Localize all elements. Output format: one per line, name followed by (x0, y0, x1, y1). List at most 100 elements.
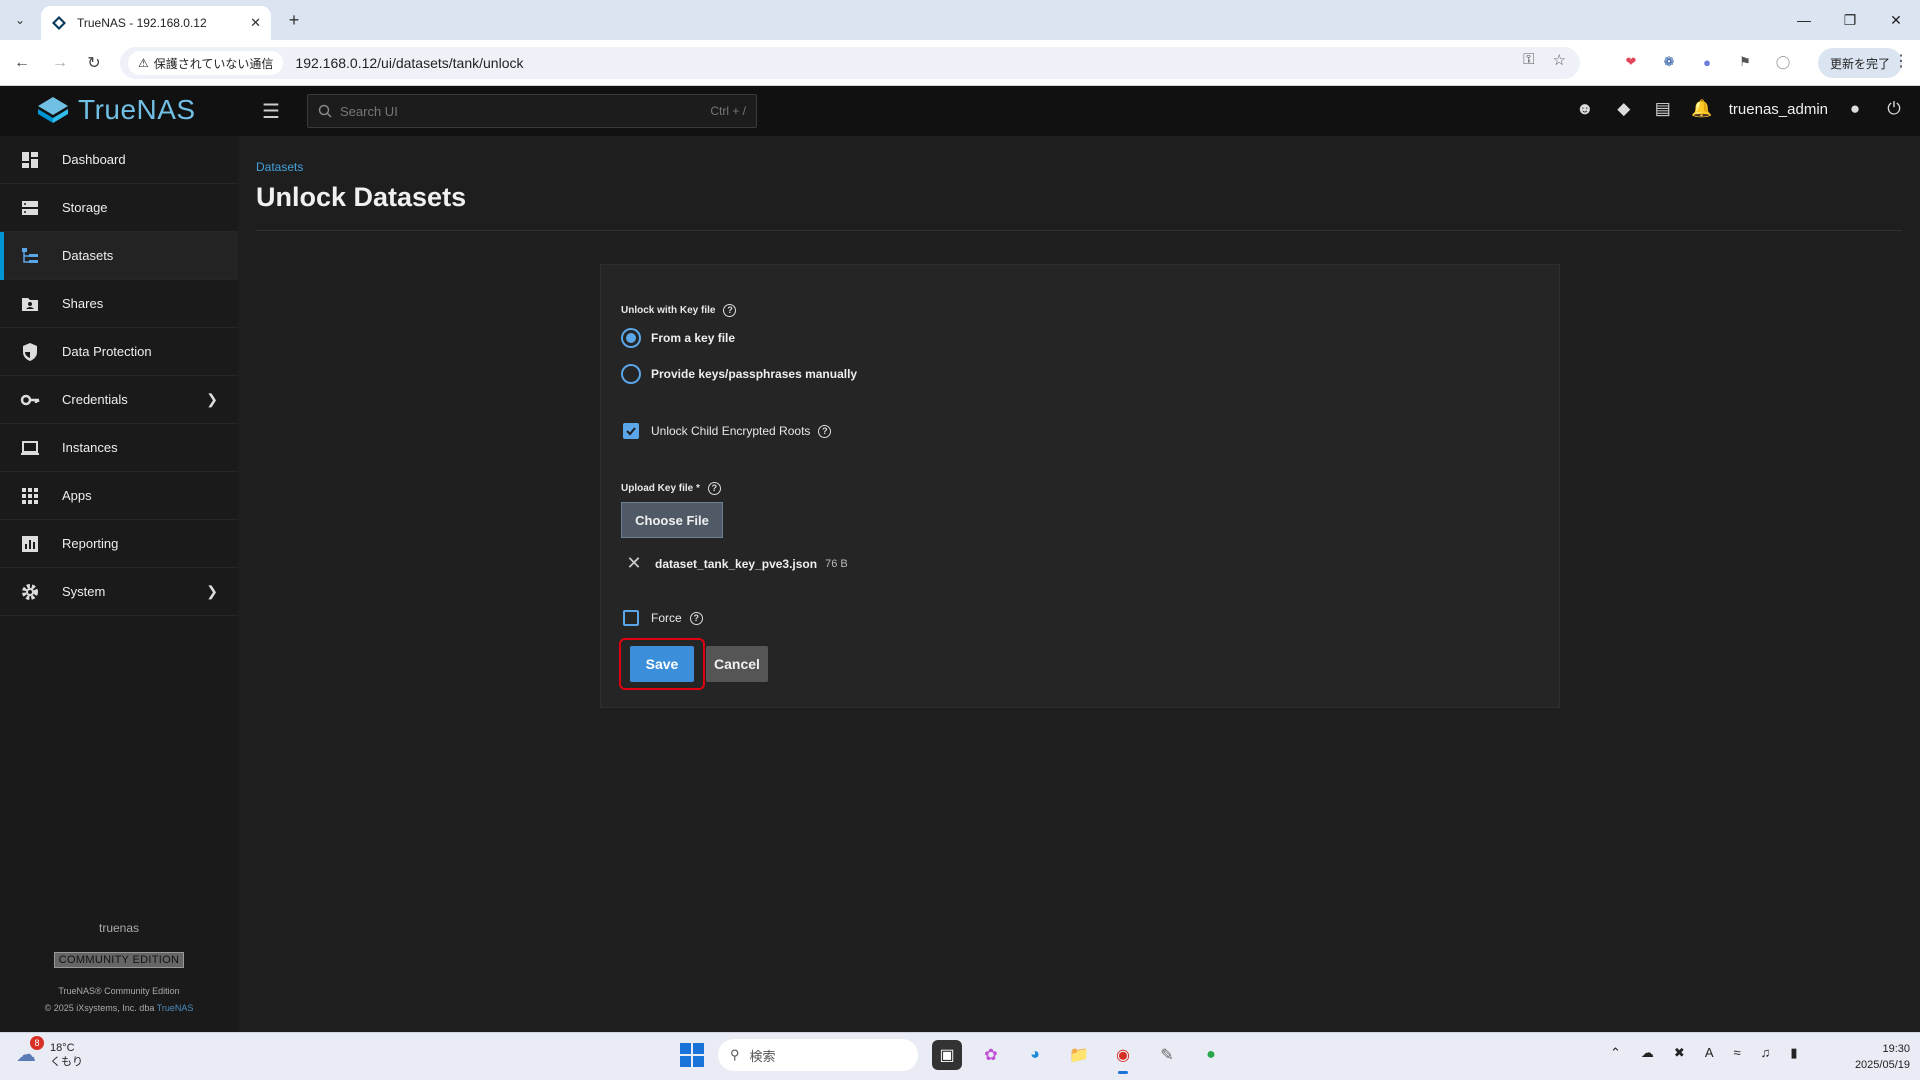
sidebar-item-credentials[interactable]: Credentials ❯ (0, 376, 238, 424)
forward-icon[interactable]: → (48, 51, 72, 75)
menu-toggle-icon[interactable]: ☰ (258, 98, 284, 124)
restore-icon[interactable]: ❐ (1827, 0, 1873, 40)
copyright-line2: © 2025 iXsystems, Inc. dba TrueNAS (0, 1003, 238, 1013)
truenas-link[interactable]: TrueNAS (157, 1003, 194, 1013)
search-shortcut: Ctrl + / (710, 104, 746, 118)
file-size: 76 B (825, 557, 848, 570)
volume-icon[interactable]: ♫ (1761, 1045, 1771, 1061)
radio-unselected-icon[interactable] (621, 364, 641, 384)
notifications-bell-icon[interactable]: 🔔 (1690, 97, 1714, 121)
extension-icon[interactable]: ❁ (1658, 51, 1680, 73)
sidebar-item-data-protection[interactable]: Data Protection (0, 328, 238, 376)
account-circle-icon[interactable]: ● (1843, 97, 1867, 121)
help-icon[interactable]: ? (723, 304, 737, 317)
sidebar-item-label: Reporting (62, 536, 119, 551)
edge-browser-icon[interactable]: ◕ (1020, 1040, 1050, 1070)
os-taskbar: ☁ 8 18°C くもり ⚲ 検索 ▣ ✿ ◕ 📁 ◉ ✎ ● ⌃ ☁ ✖ A … (0, 1032, 1920, 1080)
chrome-browser-icon[interactable]: ◉ (1108, 1040, 1138, 1074)
taskbar-search-input[interactable]: ⚲ 検索 (718, 1039, 918, 1071)
truenas-logo[interactable]: TrueNAS (36, 94, 196, 126)
omnibox[interactable]: ⚠ 保護されていない通信 192.168.0.12/ui/datasets/ta… (120, 47, 1580, 79)
tray-chevron-up-icon[interactable]: ⌃ (1610, 1045, 1621, 1061)
selected-file: ✕ dataset_tank_key_pve3.json 76 B (625, 553, 848, 574)
update-button[interactable]: 更新を完了 (1818, 48, 1903, 78)
sidebar-item-apps[interactable]: Apps (0, 472, 238, 520)
sidebar-item-reporting[interactable]: Reporting (0, 520, 238, 568)
sidebar-item-instances[interactable]: Instances (0, 424, 238, 472)
warning-icon: ⚠ (138, 56, 149, 70)
force-checkbox[interactable]: Force ? (623, 610, 703, 626)
cancel-button[interactable]: Cancel (706, 646, 768, 682)
copilot-icon[interactable]: ✿ (976, 1040, 1006, 1070)
bookmark-star-icon[interactable]: ☆ (1553, 51, 1566, 69)
power-icon[interactable]: ⏻ (1882, 97, 1906, 121)
sidebar-item-label: Instances (62, 440, 118, 455)
radio-selected-icon[interactable] (621, 328, 641, 348)
extensions-puzzle-icon[interactable]: ⚑ (1734, 51, 1756, 73)
system-clock[interactable]: 19:30 2025/05/19 (1830, 1041, 1910, 1073)
browser-tabbar: ⌄ TrueNAS - 192.168.0.12 ✕ + — ❐ ✕ (0, 0, 1920, 40)
sidebar-item-dashboard[interactable]: Dashboard (0, 136, 238, 184)
battery-icon[interactable]: ▮ (1790, 1045, 1797, 1061)
sidebar-item-system[interactable]: System ❯ (0, 568, 238, 616)
feedback-smiley-icon[interactable]: ☻ (1573, 97, 1597, 121)
help-icon[interactable]: ? (707, 482, 721, 495)
window-close-icon[interactable]: ✕ (1873, 0, 1919, 40)
back-icon[interactable]: ← (10, 51, 34, 75)
browser-tab[interactable]: TrueNAS - 192.168.0.12 ✕ (41, 6, 271, 40)
hostname: truenas (98, 921, 140, 935)
tab-close-icon[interactable]: ✕ (250, 15, 261, 31)
checkbox-checked-icon[interactable] (623, 423, 639, 439)
evernote-icon[interactable]: ● (1196, 1040, 1226, 1070)
sidebar-item-label: Credentials (62, 392, 128, 407)
task-view-icon[interactable]: ▣ (932, 1040, 962, 1070)
sidebar-item-shares[interactable]: Shares (0, 280, 238, 328)
extension-icon-2[interactable]: ● (1696, 51, 1718, 73)
remove-file-icon[interactable]: ✕ (625, 553, 643, 574)
url-text[interactable]: 192.168.0.12/ui/datasets/tank/unlock (295, 55, 523, 71)
dashboard-icon (22, 151, 38, 168)
wifi-icon[interactable]: ≈ (1733, 1045, 1740, 1061)
search-icon (318, 104, 332, 118)
onedrive-cloud-icon[interactable]: ☁ (1641, 1045, 1654, 1061)
truecommand-icon[interactable]: ◆ (1612, 97, 1636, 121)
shield-icon (23, 342, 37, 361)
help-icon[interactable]: ? (689, 611, 703, 625)
tray-app-icon[interactable]: ✖ (1674, 1045, 1685, 1061)
notepad-icon[interactable]: ✎ (1152, 1040, 1182, 1070)
save-button[interactable]: Save (630, 646, 694, 682)
username[interactable]: truenas_admin (1729, 101, 1828, 118)
choose-file-button[interactable]: Choose File (621, 502, 723, 538)
pocket-extension-icon[interactable]: ❤ (1620, 51, 1642, 73)
reload-icon[interactable]: ↻ (82, 51, 106, 75)
security-chip[interactable]: ⚠ 保護されていない通信 (128, 51, 284, 75)
clock-time: 19:30 (1882, 1043, 1910, 1055)
tab-search-chevron-icon[interactable]: ⌄ (8, 8, 32, 32)
sidebar-item-storage[interactable]: Storage (0, 184, 238, 232)
breadcrumb[interactable]: Datasets (256, 160, 303, 174)
datasets-tree-icon (22, 247, 38, 263)
weather-widget[interactable]: ☁ 8 18°C くもり (16, 1036, 83, 1069)
sidebar-item-datasets[interactable]: Datasets (0, 232, 238, 280)
ime-indicator-icon[interactable]: A (1705, 1045, 1714, 1061)
radio-manual-keys[interactable]: Provide keys/passphrases manually (621, 364, 857, 384)
search-ui-input[interactable]: Search UI Ctrl + / (307, 94, 757, 128)
browser-menu-icon[interactable]: ⋮ (1893, 51, 1909, 71)
storage-icon (22, 200, 38, 215)
jobs-clipboard-icon[interactable]: ▤ (1651, 97, 1675, 121)
unlock-form-card: Unlock with Key file ? From a key file P… (600, 264, 1560, 708)
new-tab-icon[interactable]: + (282, 8, 306, 32)
unlock-child-roots-checkbox[interactable]: Unlock Child Encrypted Roots ? (623, 423, 832, 439)
help-icon[interactable]: ? (818, 424, 832, 438)
chevron-right-icon: ❯ (206, 583, 218, 599)
address-bar: ← → ↻ ⚠ 保護されていない通信 192.168.0.12/ui/datas… (0, 40, 1920, 86)
radio-from-key-file[interactable]: From a key file (621, 328, 735, 348)
windows-start-icon[interactable] (680, 1043, 704, 1067)
profile-avatar-icon[interactable]: ◯ (1772, 51, 1794, 73)
file-explorer-icon[interactable]: 📁 (1064, 1040, 1094, 1070)
password-key-icon[interactable]: ⚿ (1523, 51, 1534, 69)
minimize-icon[interactable]: — (1781, 0, 1827, 40)
main-content: Datasets Unlock Datasets Unlock with Key… (238, 136, 1920, 1032)
shares-folder-icon (22, 297, 38, 311)
checkbox-unchecked-icon[interactable] (623, 610, 639, 626)
